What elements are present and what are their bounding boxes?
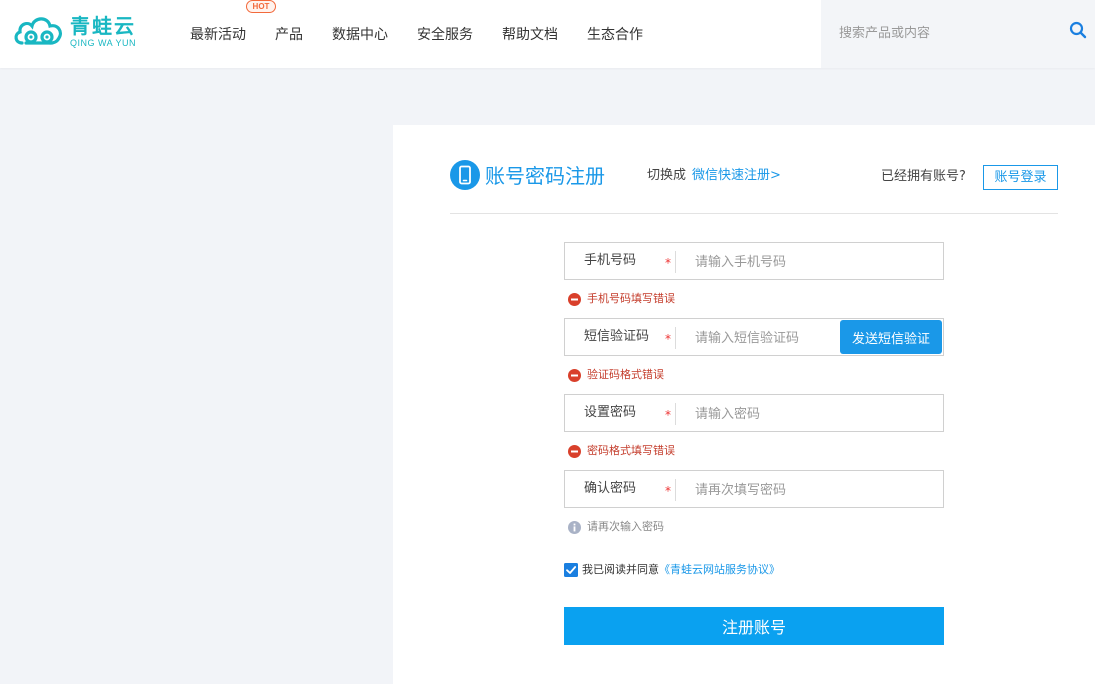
service-agreement-link[interactable]: 《青蛙云网站服务协议》: [659, 563, 780, 577]
phone-error-message: 手机号码填写错误: [568, 292, 675, 306]
agreement-checkbox[interactable]: [564, 563, 578, 577]
sms-code-field: 短信验证码 * 发送短信验证: [564, 318, 944, 356]
required-mark: *: [665, 332, 671, 346]
field-divider: [675, 403, 676, 425]
hot-badge: HOT: [246, 0, 276, 13]
search-box: [821, 0, 1095, 68]
send-sms-button[interactable]: 发送短信验证: [840, 320, 942, 354]
logo-subtitle: QING WA YUN: [70, 38, 137, 48]
sms-code-error-message: 验证码格式错误: [568, 368, 664, 382]
cloud-logo-icon: [14, 17, 62, 45]
password-error-message: 密码格式填写错误: [568, 444, 675, 458]
nav-item-label: 数据中心: [332, 27, 388, 43]
error-icon: [568, 444, 581, 458]
logo-name: 青蛙云: [70, 14, 136, 38]
nav-item-label: 最新活动: [190, 27, 246, 43]
agreement-row: 我已阅读并同意 《青蛙云网站服务协议》: [564, 563, 780, 577]
wechat-register-link[interactable]: 微信快速注册>: [692, 168, 781, 184]
hint-text: 请再次输入密码: [587, 520, 664, 533]
confirm-password-field: 确认密码 *: [564, 470, 944, 508]
phone-label: 手机号码: [584, 253, 637, 268]
required-mark: *: [665, 256, 671, 270]
field-divider: [675, 479, 676, 501]
nav-item-data-center[interactable]: 数据中心: [332, 24, 388, 44]
info-icon: [568, 520, 581, 534]
phone-field: 手机号码 *: [564, 242, 944, 280]
mobile-phone-icon: [450, 160, 480, 190]
top-header: 青蛙云 QING WA YUN 最新活动 HOT 产品 数据中心 安全服务 帮助…: [0, 0, 1095, 68]
account-login-button[interactable]: 账号登录: [983, 165, 1058, 190]
password-input[interactable]: [695, 403, 915, 425]
error-text: 密码格式填写错误: [587, 444, 675, 457]
nav-item-label: 安全服务: [417, 27, 473, 43]
search-input[interactable]: [839, 22, 1049, 44]
page-title: 账号密码注册: [485, 164, 605, 188]
phone-input[interactable]: [695, 251, 915, 273]
main-nav: 最新活动 HOT 产品 数据中心 安全服务 帮助文档 生态合作: [190, 0, 672, 68]
error-text: 验证码格式错误: [587, 368, 664, 381]
register-card: 账号密码注册 切换成 微信快速注册> 已经拥有账号? 账号登录 手机号码 * 手…: [393, 125, 1095, 684]
error-text: 手机号码填写错误: [587, 292, 675, 305]
nav-item-label: 生态合作: [587, 27, 643, 43]
nav-item-label: 帮助文档: [502, 27, 558, 43]
password-label: 设置密码: [584, 405, 637, 420]
sms-code-label: 短信验证码: [584, 329, 650, 344]
field-divider: [675, 251, 676, 273]
register-card-header: 账号密码注册 切换成 微信快速注册> 已经拥有账号? 账号登录: [450, 160, 1058, 214]
nav-item-security-services[interactable]: 安全服务: [417, 24, 473, 44]
nav-item-ecosystem[interactable]: 生态合作: [587, 24, 643, 44]
have-account-text: 已经拥有账号?: [881, 169, 966, 184]
register-submit-button[interactable]: 注册账号: [564, 607, 944, 645]
error-icon: [568, 368, 581, 382]
error-icon: [568, 292, 581, 306]
switch-label: 切换成: [647, 168, 687, 183]
confirm-password-input[interactable]: [695, 479, 915, 501]
nav-item-help-docs[interactable]: 帮助文档: [502, 24, 558, 44]
agreement-text: 我已阅读并同意: [582, 563, 659, 576]
nav-item-products[interactable]: 产品: [275, 24, 303, 44]
nav-item-latest-activities[interactable]: 最新活动 HOT: [190, 0, 276, 44]
search-icon[interactable]: [1069, 21, 1087, 39]
nav-item-label: 产品: [275, 27, 303, 43]
confirm-password-hint: 请再次输入密码: [568, 520, 664, 534]
confirm-password-label: 确认密码: [584, 481, 637, 496]
logo[interactable]: 青蛙云 QING WA YUN: [12, 9, 142, 55]
required-mark: *: [665, 484, 671, 498]
field-divider: [675, 327, 676, 349]
required-mark: *: [665, 408, 671, 422]
password-field: 设置密码 *: [564, 394, 944, 432]
sms-code-input[interactable]: [695, 327, 835, 349]
